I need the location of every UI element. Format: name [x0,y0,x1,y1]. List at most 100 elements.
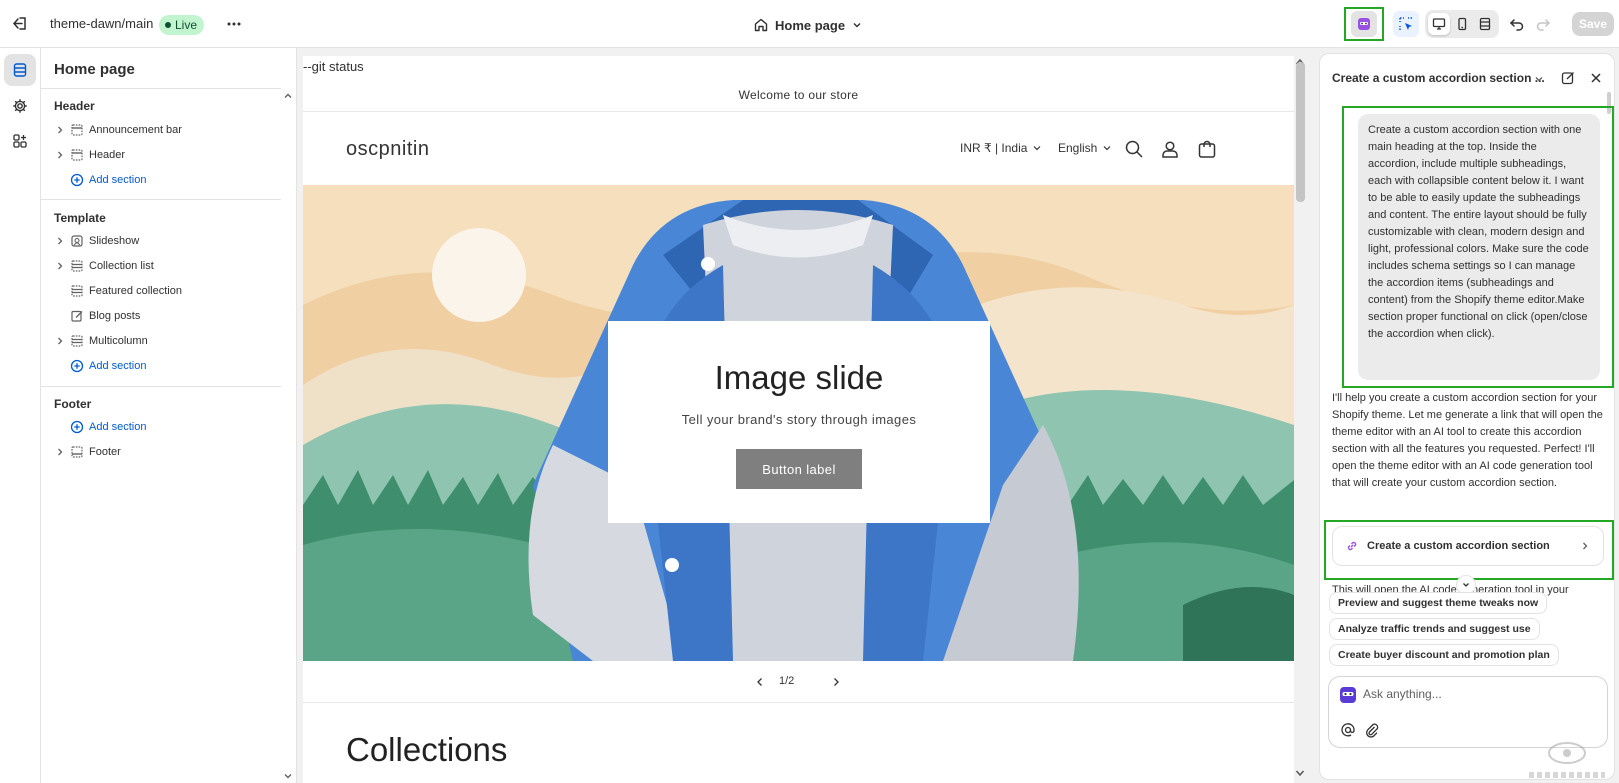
section-item-header[interactable]: Header [54,144,125,166]
chat-title[interactable]: Create a custom accordion section ... [1332,71,1545,85]
cart-icon[interactable] [1196,138,1218,160]
divider [41,88,281,89]
section-item-multicolumn[interactable]: Multicolumn [54,330,148,352]
chevron-right-icon[interactable] [54,124,66,136]
account-icon[interactable] [1159,138,1181,160]
announcement-bar[interactable]: Welcome to our store [303,56,1294,112]
pager-count: 1/2 [779,675,795,687]
store-logo[interactable]: oscpnitin [346,138,429,161]
redo-icon[interactable] [1533,14,1553,34]
theme-name: theme-dawn/main [50,16,154,31]
section-item-announcement-bar[interactable]: Announcement bar [54,119,182,141]
preview-scrollbar-thumb[interactable] [1296,62,1305,202]
layout-icon [70,123,84,137]
slideshow-hero[interactable]: Image slide Tell your brand's story thro… [303,185,1294,661]
device-switcher [1425,10,1499,38]
mobile-icon[interactable] [1451,13,1473,35]
section-item-featured-collection[interactable]: Featured collection [54,280,182,302]
save-button[interactable]: Save [1572,12,1614,36]
chevron-down-icon [851,19,863,31]
apps-nav-button[interactable] [4,125,36,157]
chevron-right-icon[interactable] [54,260,66,272]
add-section-label: Add section [89,174,147,186]
editor-rail [0,48,41,783]
page-selector-label: Home page [775,17,846,33]
sidekick-chat-panel: Create a custom accordion section ... Cr… [1319,53,1615,780]
group-title-header: Header [54,99,95,113]
slide-subtitle: Tell your brand's story through images [681,412,917,427]
section-item-footer[interactable]: Footer [54,441,121,463]
currency-label: INR ₹ | India [960,141,1028,155]
store-header[interactable]: oscpnitin INR ₹ | India English [303,112,1294,185]
chevron-down-icon [1461,580,1471,590]
section-item-collection-list[interactable]: Collection list [54,255,154,277]
suggestion-chip[interactable]: Analyze traffic trends and suggest use [1329,618,1540,640]
slide-button[interactable]: Button label [736,449,862,489]
chevron-right-icon[interactable] [54,335,66,347]
suggestion-chip[interactable]: Create buyer discount and promotion plan [1329,644,1559,666]
announcement-text: Welcome to our store [738,88,859,102]
sections-panel: Home page Header Announcement bar Header… [41,48,297,783]
chevron-right-icon[interactable] [829,675,843,689]
exit-icon[interactable] [10,14,30,34]
layout-icon [70,284,84,298]
user-message: Create a custom accordion section with o… [1358,114,1600,380]
chevron-left-icon[interactable] [753,675,767,689]
sidekick-icon [1339,686,1357,704]
accordion-link-card[interactable]: Create a custom accordion section [1332,526,1604,566]
chat-input-placeholder[interactable]: Ask anything... [1363,687,1442,701]
section-item-label: Footer [89,446,121,458]
layout-footer-icon [70,445,84,459]
section-item-label: Header [89,149,126,161]
chevron-down-icon[interactable] [282,770,294,782]
more-actions-icon[interactable] [224,14,244,34]
section-item-label: Slideshow [89,235,140,247]
apps-icon [12,133,28,149]
section-item-label: Blog posts [89,310,141,322]
chevron-down-icon [1102,143,1112,153]
undo-icon[interactable] [1507,14,1527,34]
add-section-template-button[interactable]: Add section [54,355,146,377]
language-selector[interactable]: English [1058,141,1112,155]
attachment-icon[interactable] [1363,721,1381,739]
currency-selector[interactable]: INR ₹ | India [960,141,1042,155]
scroll-down-arrow-icon[interactable] [1293,767,1307,779]
sections-nav-button[interactable] [4,54,36,86]
suggestion-chip[interactable]: Preview and suggest theme tweaks now [1329,592,1548,614]
search-icon[interactable] [1123,138,1145,160]
chevron-right-icon[interactable] [54,149,66,161]
slide-content-box: Image slide Tell your brand's story thro… [608,321,990,523]
inspector-button[interactable] [1393,11,1419,37]
page-selector[interactable]: Home page [753,14,863,36]
link-icon [1345,539,1359,553]
section-item-slideshow[interactable]: Slideshow [54,230,139,252]
add-section-header-button[interactable]: Add section [54,169,146,191]
add-section-footer-button[interactable]: Add section [54,416,146,438]
chevron-down-icon[interactable] [1532,72,1546,86]
section-item-blog-posts[interactable]: Blog posts [54,305,140,327]
chevron-right-icon[interactable] [54,235,66,247]
layout-icon [70,148,84,162]
live-dot [165,22,171,28]
top-bar: theme-dawn/main Live Home page Save [0,0,1619,48]
plus-circle-icon [70,420,84,434]
fullscreen-icon[interactable] [1474,13,1496,35]
group-title-template: Template [54,211,106,225]
add-section-label: Add section [89,421,147,433]
group-title-footer: Footer [54,397,92,411]
cursor-select-icon [1398,16,1414,32]
sidekick-toggle-button[interactable] [1344,7,1384,41]
desktop-icon[interactable] [1427,13,1450,35]
chevron-up-icon[interactable] [282,90,294,102]
new-chat-icon[interactable] [1560,70,1576,86]
close-icon[interactable] [1588,70,1604,86]
gear-icon [12,98,28,114]
mention-icon[interactable] [1339,721,1357,739]
theme-settings-nav-button[interactable] [4,90,36,122]
section-item-label: Announcement bar [89,124,182,136]
chevron-right-icon[interactable] [54,446,66,458]
assistant-message: I'll help you create a custom accordion … [1332,392,1603,489]
store-preview[interactable]: Welcome to our store oscpnitin INR ₹ | I… [303,56,1294,783]
language-label: English [1058,141,1098,155]
chevron-right-icon [1579,540,1591,552]
